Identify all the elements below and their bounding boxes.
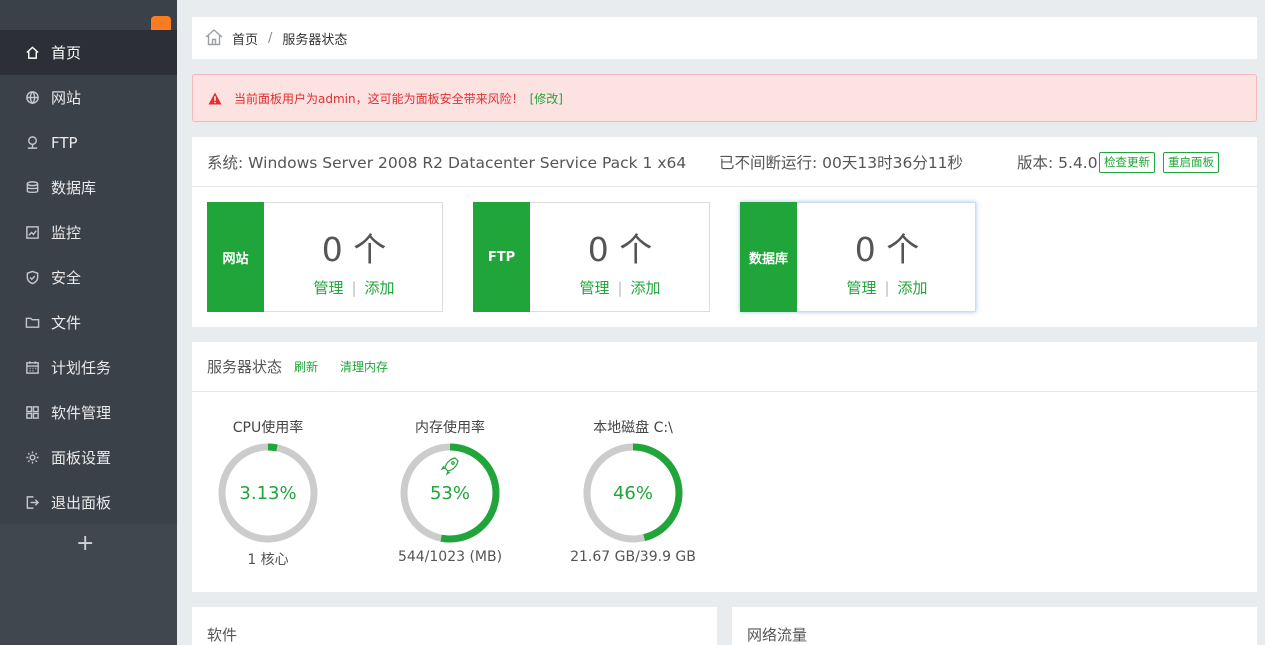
alert-text: 当前面板用户为admin，这可能为面板安全带来风险！	[234, 91, 524, 106]
gauge-footer: 1 核心	[247, 552, 289, 568]
software-panel: 软件	[192, 607, 717, 645]
sidebar-item-ftp[interactable]: FTP	[0, 120, 177, 165]
add-shortcut-button[interactable]: +	[76, 533, 94, 555]
ftp-icon	[24, 135, 40, 151]
stat-label: 网站	[207, 202, 264, 312]
sidebar-item-home[interactable]: 首页	[0, 30, 177, 75]
gauge-value: 3.13%	[239, 483, 296, 504]
stat-links: 管理 | 添加	[797, 277, 977, 298]
stat-links: 管理 | 添加	[530, 277, 710, 298]
breadcrumb: 首页 / 服务器状态	[192, 17, 1257, 59]
add-link[interactable]: 添加	[631, 279, 661, 297]
stat-database: 数据库 0 个 管理 | 添加	[740, 202, 976, 312]
panel-version: 版本: 5.4.0	[1017, 153, 1098, 172]
sidebar: 首页 网站 FTP 数据库 监控 安全 文件 计划任务 软件管理 面板设置 退出…	[0, 0, 177, 645]
security-alert: 当前面板用户为admin，这可能为面板安全带来风险！ [修改]	[192, 74, 1257, 122]
system-name: 系统: Windows Server 2008 R2 Datacenter Se…	[207, 153, 687, 172]
gauge-ring[interactable]: 46%	[581, 441, 685, 545]
manage-link[interactable]: 管理	[579, 279, 609, 297]
stat-ftp: FTP 0 个 管理 | 添加	[473, 202, 710, 312]
sidebar-item-label: 退出面板	[51, 494, 112, 512]
sidebar-item-database[interactable]: 数据库	[0, 165, 177, 210]
stat-count: 0 个	[321, 230, 387, 269]
server-status-header: 服务器状态 刷新 清理内存	[192, 342, 1257, 392]
stat-count: 0 个	[587, 230, 653, 269]
monitor-icon	[24, 225, 40, 241]
memory-gauge: 内存使用率 53% 544/1023 (MB)	[380, 417, 520, 565]
disk-gauge: 本地磁盘 C:\ 46% 21.67 GB/39.9 GB	[563, 417, 703, 565]
grid-icon	[24, 405, 40, 421]
sidebar-item-label: FTP	[51, 133, 78, 152]
gauge-ring[interactable]: 53%	[398, 441, 502, 545]
uptime: 已不间断运行: 00天13时36分11秒	[719, 153, 964, 172]
stat-label: FTP	[473, 202, 530, 312]
shield-icon	[24, 270, 40, 286]
clear-memory-link[interactable]: 清理内存	[340, 358, 388, 375]
gauge-footer: 544/1023 (MB)	[397, 549, 503, 565]
server-status-title: 服务器状态	[207, 358, 283, 376]
sidebar-item-settings[interactable]: 面板设置	[0, 435, 177, 480]
add-link[interactable]: 添加	[365, 279, 395, 297]
system-info-bar: 系统: Windows Server 2008 R2 Datacenter Se…	[192, 137, 1257, 187]
gauge-ring[interactable]: 3.13%	[216, 441, 320, 545]
sidebar-item-label: 软件管理	[51, 404, 112, 422]
gauge-value: 46%	[613, 483, 653, 504]
add-link[interactable]: 添加	[898, 279, 928, 297]
link-separator: |	[884, 279, 890, 297]
folder-icon	[24, 315, 40, 331]
gauge-title: 本地磁盘 C:\	[593, 420, 673, 436]
sidebar-item-label: 面板设置	[51, 449, 112, 467]
system-info-card: 系统: Windows Server 2008 R2 Datacenter Se…	[192, 137, 1257, 327]
software-panel-title: 软件	[207, 626, 238, 644]
home-icon	[24, 45, 40, 61]
sidebar-item-logout[interactable]: 退出面板	[0, 480, 177, 525]
gauge-footer: 21.67 GB/39.9 GB	[570, 549, 696, 565]
server-status-card: 服务器状态 刷新 清理内存 CPU使用率 3.13% 1 核心 内存使用率 53…	[192, 342, 1257, 592]
network-panel: 网络流量	[732, 607, 1257, 645]
gauge-title: 内存使用率	[415, 420, 485, 436]
link-separator: |	[617, 279, 623, 297]
network-panel-title: 网络流量	[747, 626, 808, 644]
stat-label: 数据库	[740, 202, 797, 312]
sidebar-item-monitor[interactable]: 监控	[0, 210, 177, 255]
refresh-link[interactable]: 刷新	[294, 358, 318, 375]
restart-panel-button[interactable]: 重启面板	[1163, 152, 1219, 173]
breadcrumb-current: 服务器状态	[282, 32, 348, 48]
manage-link[interactable]: 管理	[313, 279, 343, 297]
sidebar-item-label: 首页	[51, 44, 82, 62]
home-icon[interactable]	[204, 26, 232, 50]
database-icon	[24, 180, 40, 196]
sidebar-item-software[interactable]: 软件管理	[0, 390, 177, 435]
warning-icon	[208, 92, 222, 104]
gear-icon	[24, 450, 40, 466]
link-separator: |	[351, 279, 357, 297]
gauge-value: 53%	[430, 483, 470, 504]
calendar-icon	[24, 360, 40, 376]
sidebar-item-label: 安全	[51, 269, 82, 287]
sidebar-item-label: 计划任务	[51, 359, 112, 377]
alert-fix-link[interactable]: [修改]	[530, 90, 563, 107]
stat-count: 0 个	[854, 230, 920, 269]
sidebar-menu: 首页 网站 FTP 数据库 监控 安全 文件 计划任务 软件管理 面板设置 退出…	[0, 30, 177, 525]
sidebar-item-files[interactable]: 文件	[0, 300, 177, 345]
stat-website: 网站 0 个 管理 | 添加	[207, 202, 443, 312]
breadcrumb-home[interactable]: 首页	[232, 29, 258, 48]
sidebar-item-label: 数据库	[51, 179, 97, 197]
sidebar-item-security[interactable]: 安全	[0, 255, 177, 300]
logout-icon	[24, 495, 40, 511]
sidebar-item-crontab[interactable]: 计划任务	[0, 345, 177, 390]
check-update-button[interactable]: 检查更新	[1099, 152, 1155, 173]
rocket-icon[interactable]	[440, 457, 459, 476]
breadcrumb-separator: /	[268, 30, 273, 46]
sidebar-item-website[interactable]: 网站	[0, 75, 177, 120]
manage-link[interactable]: 管理	[846, 279, 876, 297]
gauge-title: CPU使用率	[232, 420, 304, 436]
globe-icon	[24, 90, 40, 106]
stat-links: 管理 | 添加	[264, 277, 444, 298]
cpu-gauge: CPU使用率 3.13% 1 核心	[198, 417, 338, 569]
sidebar-item-label: 监控	[51, 224, 82, 242]
sidebar-item-label: 网站	[51, 89, 82, 107]
sidebar-item-label: 文件	[51, 314, 82, 332]
